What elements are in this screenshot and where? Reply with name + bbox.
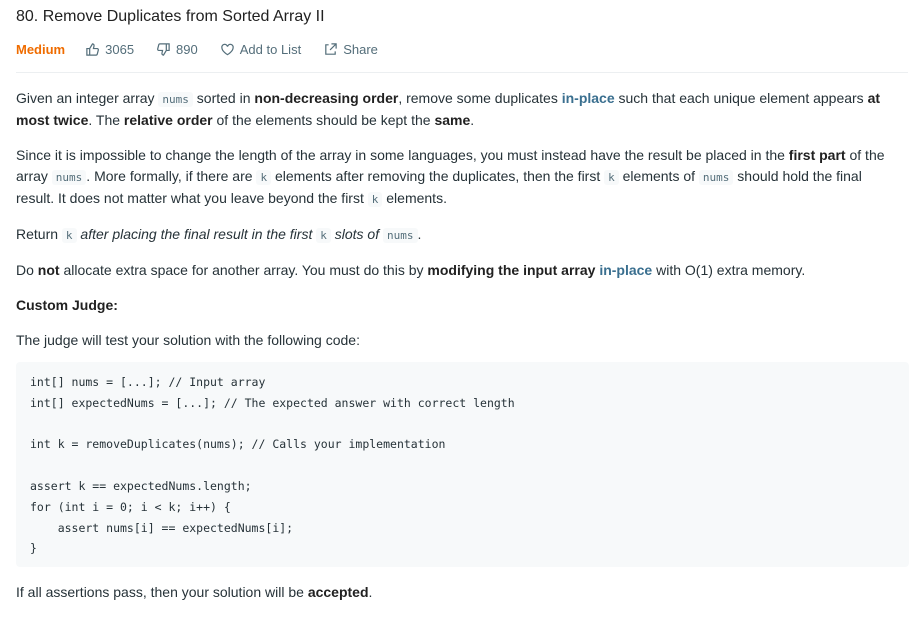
text: . — [470, 112, 475, 128]
inline-code: k — [256, 170, 272, 185]
like-button[interactable]: 3065 — [85, 42, 134, 57]
dislike-count: 890 — [176, 41, 198, 57]
add-to-list-button[interactable]: Add to List — [220, 42, 301, 57]
inline-code: nums — [698, 170, 734, 185]
description-paragraph-5: If all assertions pass, then your soluti… — [16, 582, 896, 603]
thumbs-up-icon — [86, 42, 100, 56]
text: Do — [16, 262, 38, 278]
text: elements. — [382, 190, 447, 206]
text: allocate extra space for another array. … — [59, 262, 428, 278]
judge-code-block: int[] nums = [...]; // Input array int[]… — [16, 362, 909, 567]
text: such that each unique element appears — [614, 90, 868, 106]
italic-text: after placing the final result in the fi… — [76, 226, 317, 242]
text: If all assertions pass, then your soluti… — [16, 584, 308, 600]
inline-code: k — [61, 228, 77, 243]
problem-title: 80. Remove Duplicates from Sorted Array … — [16, 8, 325, 25]
inline-code: k — [367, 192, 383, 207]
difficulty-badge: Medium — [16, 41, 66, 57]
header-divider — [16, 72, 908, 73]
text: sorted in — [192, 90, 255, 106]
share-icon — [325, 42, 337, 55]
description-paragraph-3: Return k after placing the final result … — [16, 224, 896, 246]
italic-text: slots of — [330, 226, 383, 242]
heart-icon — [221, 43, 234, 55]
bold-text: relative order — [123, 112, 213, 128]
problem-description: Given an integer array nums sorted in no… — [16, 88, 909, 600]
bold-text: in-place — [599, 262, 653, 278]
inline-code: k — [604, 170, 619, 185]
text: . — [368, 584, 373, 600]
bold-text: non-decreasing order — [254, 90, 399, 106]
dislike-button[interactable]: 890 — [156, 42, 198, 57]
inline-code: k — [316, 228, 331, 243]
inline-code: nums — [383, 228, 418, 243]
thumbs-down-icon — [157, 42, 170, 56]
share-label: Share — [343, 41, 378, 57]
bold-text: same — [434, 112, 471, 128]
share-button[interactable]: Share — [323, 42, 378, 57]
inline-code: nums — [51, 170, 87, 185]
judge-intro: The judge will test your solution with t… — [16, 332, 360, 348]
bold-text: in-place — [561, 90, 615, 106]
description-paragraph-1: Given an integer array nums sorted in no… — [16, 88, 896, 131]
description-paragraph-4: Do not allocate extra space for another … — [16, 260, 896, 281]
bold-text: accepted — [307, 584, 369, 600]
text: Given an integer array — [16, 90, 159, 106]
add-to-list-label: Add to List — [239, 41, 302, 57]
like-count: 3065 — [105, 41, 135, 57]
text: elements after removing the duplicates, … — [271, 168, 605, 184]
bold-text: not — [37, 262, 60, 278]
text: of the elements should be kept the — [212, 112, 435, 128]
text: . More formally, if there are — [86, 168, 257, 184]
text: Since it is impossible to change the len… — [16, 147, 789, 163]
text: . — [417, 226, 422, 242]
text: Return — [16, 226, 62, 242]
bold-text: modifying the input array — [427, 262, 596, 278]
bold-text: first part — [788, 147, 846, 163]
description-paragraph-2: Since it is impossible to change the len… — [16, 145, 896, 210]
text: . The — [88, 112, 124, 128]
text: elements of — [618, 168, 699, 184]
bold-text: Custom Judge: — [16, 297, 118, 313]
custom-judge-heading: Custom Judge: — [16, 295, 896, 316]
text: , remove some duplicates — [398, 90, 562, 106]
problem-meta-bar: Medium 3065 890 Add to List Share — [16, 40, 400, 58]
inline-code: nums — [158, 92, 193, 107]
text: with O(1) extra memory. — [652, 262, 806, 278]
